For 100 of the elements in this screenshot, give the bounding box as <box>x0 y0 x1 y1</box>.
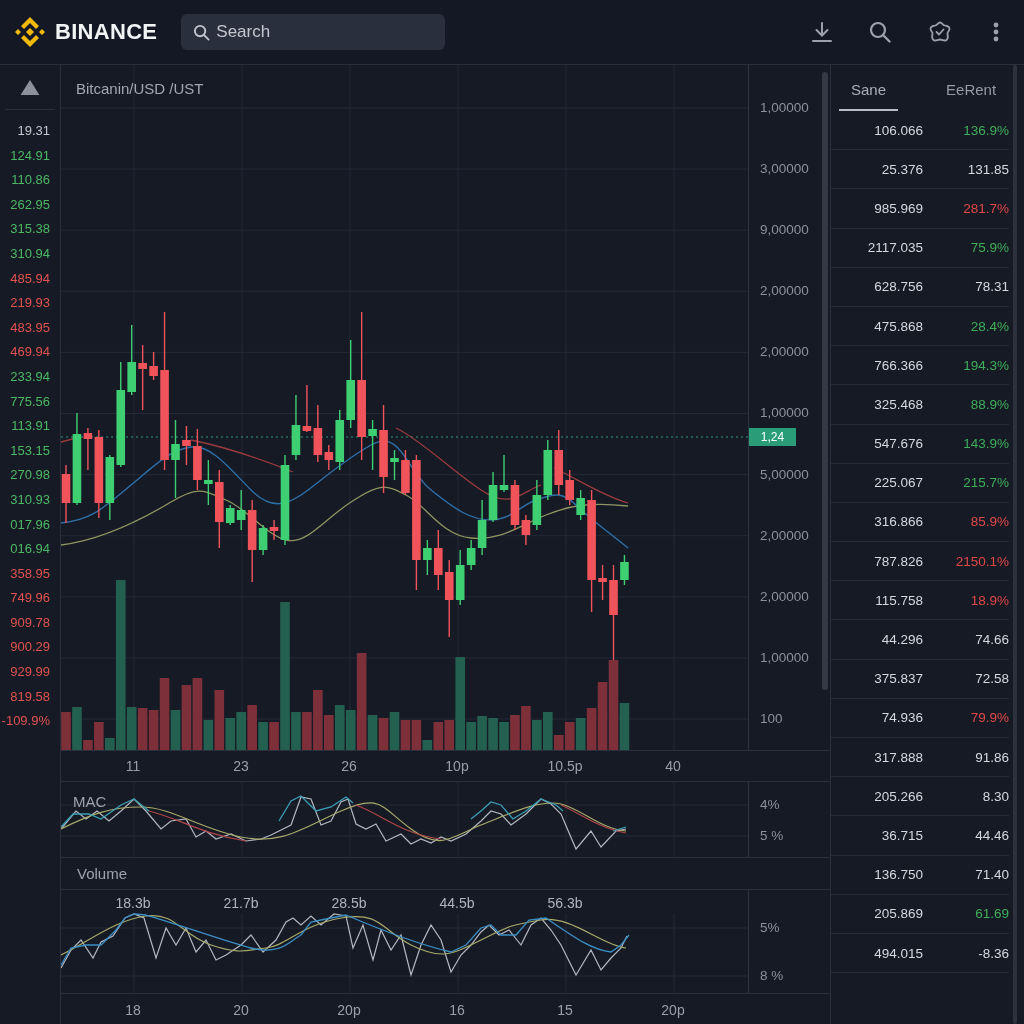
change-cell-text: -8.36 <box>977 945 1009 961</box>
price-cell-text: 115.758 <box>874 592 923 608</box>
candlestick <box>598 564 607 601</box>
change-cell-text: 215.7% <box>962 475 1009 491</box>
candlestick <box>620 554 629 586</box>
x-axis-label: 11 <box>125 758 141 774</box>
change-cell-text: 28.4% <box>969 318 1009 334</box>
price-label: 219.93 <box>10 295 50 312</box>
price-cell-text: 225.067 <box>873 475 923 491</box>
volume-bar <box>477 716 487 750</box>
price-cell-text: 547.676 <box>873 436 923 452</box>
price-label: 262.95 <box>10 196 50 213</box>
price-cell-text: 628.756 <box>873 279 923 295</box>
price-label: 469.94 <box>10 344 50 361</box>
price-cell-text: 136.750 <box>873 867 923 883</box>
scrollbar[interactable] <box>822 72 828 690</box>
candlestick <box>193 428 202 491</box>
price-cell-text: 205.266 <box>873 788 923 804</box>
search-icon[interactable] <box>869 21 891 43</box>
diamond-logo-icon <box>14 16 46 48</box>
change-cell-text: 79.9% <box>969 710 1009 726</box>
change-cell-text: 44.46 <box>974 827 1009 843</box>
change-cell-text: 85.9% <box>969 514 1009 530</box>
volume-bar <box>575 718 586 750</box>
more-icon[interactable] <box>993 22 999 42</box>
price-label: 270.98 <box>10 467 50 484</box>
price-label: 016.94 <box>10 541 50 558</box>
x-axis-label: 26 <box>341 758 357 774</box>
price-cell-text: 325.468 <box>873 396 923 412</box>
volume-bar <box>499 722 509 750</box>
volume-bar <box>488 718 498 750</box>
caret-up-icon[interactable] <box>20 79 40 95</box>
change-cell-text: 91.86 <box>974 749 1009 765</box>
volume-label: 21.7b <box>221 895 261 911</box>
change-cell-text: 18.9% <box>969 592 1009 608</box>
volume-bar <box>389 712 400 750</box>
price-label: 233.94 <box>10 368 50 385</box>
change-cell-text: 136.9% <box>962 122 1009 138</box>
candlestick <box>204 459 213 506</box>
change-cell-text: 72.58 <box>974 671 1009 687</box>
price-label: 315.38 <box>10 221 50 238</box>
change-cell-text: 61.69 <box>974 906 1009 922</box>
candlestick <box>401 449 410 496</box>
tab[interactable]: Sane <box>839 65 899 111</box>
price-label: 485.94 <box>10 270 50 287</box>
price-cell-text: 787.826 <box>873 553 923 569</box>
volume-label: 56.3b <box>545 895 585 911</box>
change-cell-text: 143.9% <box>962 436 1009 452</box>
candlestick <box>576 489 585 521</box>
volume-label: 44.5b <box>437 895 477 911</box>
axis-label: 1,00000 <box>760 405 809 422</box>
price-cell-text: 985.969 <box>873 200 923 216</box>
download-icon[interactable] <box>811 21 833 43</box>
price-cell-text: 2117.035 <box>866 240 923 256</box>
price-cell-text: 317.888 <box>873 749 923 765</box>
price-label: 310.93 <box>10 491 50 508</box>
price-cell-text: 25.376 <box>880 161 923 177</box>
price-cell-text: 766.366 <box>873 357 923 373</box>
volume-bar <box>137 708 148 750</box>
candlestick <box>291 394 301 461</box>
volume-bar <box>378 718 389 750</box>
price-label: 153.15 <box>10 442 50 459</box>
volume-bar <box>236 712 246 750</box>
tab[interactable]: EeRent <box>934 65 1009 111</box>
axis-label: 5 % <box>760 828 784 844</box>
axis-label: 4% <box>760 797 780 813</box>
price-cell-text: 44.296 <box>880 632 923 648</box>
price-label: 909.78 <box>10 614 50 631</box>
axis-label: 5% <box>760 920 780 936</box>
price-cell-text: 74.936 <box>880 710 923 726</box>
price-label: 017.96 <box>10 516 50 533</box>
price-label: 110.86 <box>11 172 50 189</box>
axis-label: 1,00000 <box>760 100 809 116</box>
change-cell-text: 8.30 <box>981 788 1009 804</box>
search-field[interactable]: Search <box>181 14 446 50</box>
candlestick <box>434 529 443 591</box>
candlestick <box>488 471 498 523</box>
axis-label: 5,00000 <box>760 466 809 483</box>
axis-label: 9,00000 <box>760 222 809 239</box>
price-label: 749.96 <box>10 590 50 607</box>
price-label: 819.58 <box>10 688 50 705</box>
axis-label: 2,00000 <box>760 283 809 300</box>
change-cell-text: 75.9% <box>969 240 1009 256</box>
price-cell-text: 205.869 <box>873 906 923 922</box>
candlestick <box>302 384 312 433</box>
x-axis-label: 16 <box>449 1001 465 1018</box>
price-label: 19.31 <box>17 123 50 139</box>
change-cell-text: 88.9% <box>969 396 1009 412</box>
x-axis-label: 23 <box>233 758 249 774</box>
volume-label: 28.5b <box>329 895 369 911</box>
volume-bar <box>400 720 411 750</box>
price-label: 929.99 <box>10 664 50 681</box>
volume-bar <box>510 715 520 750</box>
price-label: 358.95 <box>10 565 50 582</box>
axis-label: 8 % <box>760 968 784 984</box>
badge-check-icon[interactable] <box>929 21 951 43</box>
x-axis-label: 20p <box>661 1001 685 1018</box>
price-label: 775.56 <box>10 393 50 410</box>
candlestick <box>499 454 509 493</box>
axis-label: 100 <box>760 710 783 727</box>
